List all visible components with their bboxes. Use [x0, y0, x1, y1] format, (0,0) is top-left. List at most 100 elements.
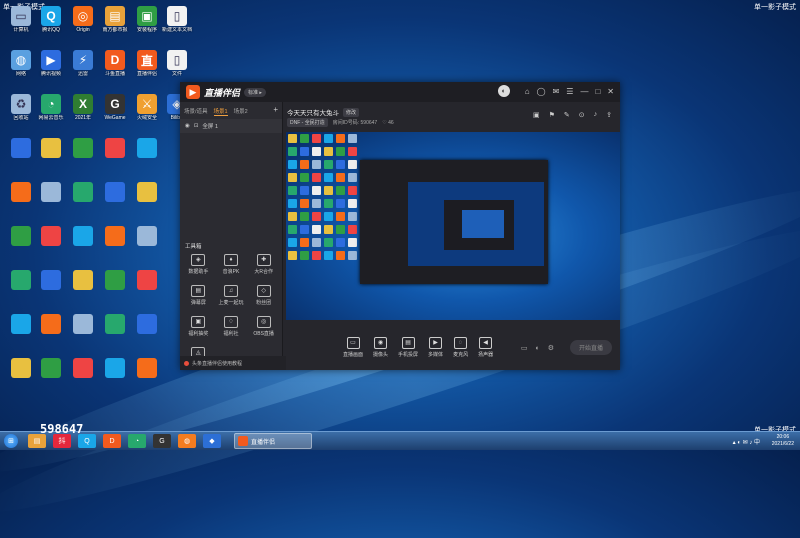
desktop-icon[interactable]: X 2021年: [66, 94, 100, 121]
source-row[interactable]: ◉ ⊡ 全屏 1: [180, 119, 282, 133]
desktop-icon[interactable]: [34, 138, 68, 158]
taskbar-app-icon[interactable]: ◔: [128, 434, 146, 448]
tab-scene-1[interactable]: 场景1: [213, 107, 228, 116]
desktop-icon[interactable]: [34, 314, 68, 334]
control-icon[interactable]: ▭: [521, 345, 528, 352]
desktop-icon[interactable]: [130, 226, 164, 246]
desktop-icon[interactable]: [66, 358, 100, 378]
desktop-icon[interactable]: [66, 182, 100, 202]
desktop-icon[interactable]: [4, 314, 38, 334]
desktop-icon[interactable]: ⚔ 火绒安全: [130, 94, 164, 121]
avatar[interactable]: ◐: [497, 85, 510, 97]
tool-button[interactable]: ◇ 粉丝团: [247, 285, 280, 306]
desktop-icon[interactable]: [4, 226, 38, 246]
desktop-icon[interactable]: [66, 270, 100, 290]
edit-title-button[interactable]: 修改: [343, 107, 360, 117]
desktop-icon[interactable]: ▭ 计算机: [4, 6, 38, 33]
tool-button[interactable]: ▤ 弹幕屏: [182, 285, 215, 306]
desktop-icon[interactable]: [98, 182, 132, 202]
desktop-icon[interactable]: [34, 182, 68, 202]
tool-button[interactable]: ▣ 福利抽奖: [182, 316, 215, 337]
tab-scene-2[interactable]: 场景2: [234, 107, 248, 116]
tool-button[interactable]: ◈ 数据助手: [182, 254, 215, 275]
desktop-icon[interactable]: [98, 138, 132, 158]
taskbar-app-icon[interactable]: 抖: [53, 434, 71, 448]
tool-button[interactable]: ◎ OBS直播: [247, 316, 280, 337]
desktop-icon[interactable]: ◍ 网络: [4, 50, 38, 77]
desktop-icon[interactable]: ◔ 网易云音乐: [34, 94, 68, 121]
desktop-icon[interactable]: ♻ 回收站: [4, 94, 38, 121]
toolbar-icon[interactable]: ⇪: [606, 111, 612, 119]
desktop-icon[interactable]: ▣ 安装程序: [130, 6, 164, 33]
desktop-icon[interactable]: 直直播伴侣: [130, 50, 164, 77]
start-live-button[interactable]: 开始直播: [569, 340, 612, 355]
taskbar-app-icon[interactable]: ◍: [178, 434, 196, 448]
desktop-icon[interactable]: [4, 358, 38, 378]
desktop-icon[interactable]: [66, 138, 100, 158]
desktop-icon[interactable]: ▯ 文件: [160, 50, 194, 77]
desktop-icon[interactable]: G WeGame: [98, 94, 132, 121]
taskbar-app-icon[interactable]: ▤: [28, 434, 46, 448]
control-icon[interactable]: ◐: [535, 345, 539, 352]
mail-icon[interactable]: ✉: [553, 87, 560, 96]
source-button[interactable]: ◉ 摄像头: [373, 336, 388, 358]
desktop-icon[interactable]: [34, 226, 68, 246]
toolbar-icon[interactable]: ⚑: [549, 111, 555, 119]
control-icon[interactable]: ⚙: [548, 345, 554, 352]
tab-scene-props[interactable]: 场景/道具: [184, 107, 208, 116]
taskbar-app-icon[interactable]: D: [103, 434, 121, 448]
home-icon[interactable]: ⌂: [525, 87, 530, 96]
taskbar-app-icon[interactable]: Q: [78, 434, 96, 448]
desktop-icon[interactable]: ⚡ 迅雷: [66, 50, 100, 77]
tool-button[interactable]: ♫ 上麦一起玩: [215, 285, 248, 306]
tool-button[interactable]: ♢ 福利社: [215, 316, 248, 337]
tutorial-link[interactable]: 头条直播伴侣使用教程: [180, 356, 286, 370]
desktop-icon[interactable]: ◎ Origin: [66, 6, 100, 33]
desktop-icon[interactable]: [130, 182, 164, 202]
desktop-icon[interactable]: [4, 138, 38, 158]
desktop-icon[interactable]: [66, 226, 100, 246]
taskbar-active-window[interactable]: 直播伴侣: [234, 433, 312, 449]
desktop-icon[interactable]: [66, 314, 100, 334]
version-pill[interactable]: 标准 ▸: [244, 87, 266, 97]
room-category[interactable]: DNF - 全民打造: [287, 118, 328, 127]
desktop-icon[interactable]: [98, 314, 132, 334]
source-button[interactable]: ▶ 多媒体: [428, 336, 443, 358]
desktop-icon[interactable]: [4, 270, 38, 290]
lock-icon[interactable]: ⊡: [194, 123, 199, 129]
desktop-icon[interactable]: [130, 270, 164, 290]
eye-icon[interactable]: ◉: [185, 123, 190, 129]
toolbar-icon[interactable]: ⊙: [579, 111, 585, 119]
toolbar-icon[interactable]: ▣: [533, 111, 540, 119]
desktop-icon[interactable]: ▶ 腾讯视频: [34, 50, 68, 77]
desktop-icon[interactable]: [34, 270, 68, 290]
source-button[interactable]: ◌ 麦克风: [453, 336, 468, 358]
taskbar-app-icon[interactable]: ◆: [203, 434, 221, 448]
desktop-icon[interactable]: ▯ 新建文本文档: [160, 6, 194, 33]
maximize-icon[interactable]: □: [595, 87, 600, 96]
desktop-icon[interactable]: [4, 182, 38, 202]
desktop-icon[interactable]: [98, 270, 132, 290]
desktop-icon[interactable]: [130, 358, 164, 378]
desktop-icon[interactable]: Q 腾讯QQ: [34, 6, 68, 33]
close-icon[interactable]: ✕: [607, 87, 614, 96]
minimize-icon[interactable]: —: [580, 87, 588, 96]
source-button[interactable]: ◀ 扬声器: [478, 336, 493, 358]
desktop-icon[interactable]: D 斗鱼直播: [98, 50, 132, 77]
desktop-icon[interactable]: [130, 138, 164, 158]
toolbar-icon[interactable]: ✎: [564, 111, 570, 119]
tool-button[interactable]: ✚ 大R合作: [247, 254, 280, 275]
add-scene-button[interactable]: +: [273, 106, 278, 116]
desktop-icon[interactable]: [98, 358, 132, 378]
desktop-icon[interactable]: [98, 226, 132, 246]
desktop-icon[interactable]: ▤ 南方都市报: [98, 6, 132, 33]
clock[interactable]: 20:06 2021/6/22: [772, 434, 794, 448]
system-tray[interactable]: ▴ ◐ ✉ ♪ 中: [733, 437, 760, 446]
live-preview[interactable]: [286, 132, 620, 320]
source-button[interactable]: ▭ 直播画面: [343, 336, 363, 358]
desktop-icon[interactable]: [130, 314, 164, 334]
taskbar-app-icon[interactable]: G: [153, 434, 171, 448]
tool-button[interactable]: ♦ 音浪PK: [215, 254, 248, 275]
toolbar-icon[interactable]: ♪: [594, 111, 598, 119]
source-button[interactable]: ▤ 手机投屏: [398, 336, 418, 358]
